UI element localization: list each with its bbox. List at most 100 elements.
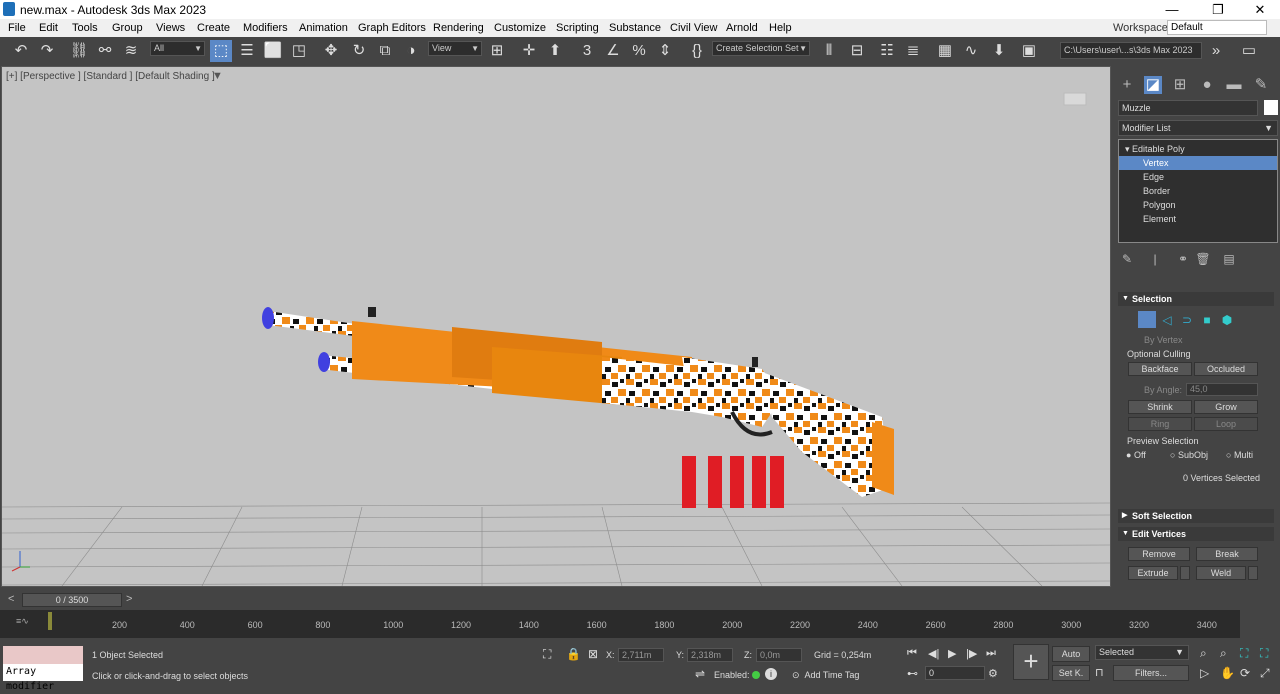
grow-button[interactable]: Grow bbox=[1194, 400, 1258, 414]
key-mode-toggle-icon[interactable]: ⊓ bbox=[1095, 666, 1104, 679]
stack-item-border[interactable]: Border bbox=[1119, 184, 1277, 198]
move-icon[interactable]: ✥ bbox=[320, 40, 342, 62]
place-icon[interactable]: ◑ bbox=[400, 40, 422, 62]
key-filters-button[interactable]: Filters... bbox=[1113, 665, 1189, 681]
selection-filter-dropdown[interactable]: All ▼ bbox=[150, 41, 205, 56]
curve-editor-mini-icon[interactable]: ≡∿ bbox=[16, 616, 29, 627]
stack-item-vertex[interactable]: Vertex bbox=[1119, 156, 1277, 170]
bind-space-warp-icon[interactable]: ≋ bbox=[120, 40, 142, 62]
menu-tools[interactable]: Tools bbox=[72, 22, 98, 34]
preview-multi-radio[interactable]: ○ Multi bbox=[1226, 450, 1253, 460]
angle-value-field[interactable]: 45,0 bbox=[1186, 383, 1258, 396]
modifier-list-dropdown[interactable]: Modifier List ▼ bbox=[1118, 120, 1278, 136]
preview-subobj-radio[interactable]: ○ SubObj bbox=[1170, 450, 1208, 460]
stack-item-element[interactable]: Element bbox=[1119, 212, 1277, 226]
remove-modifier-icon[interactable]: 🗑 bbox=[1194, 250, 1212, 268]
menu-help[interactable]: Help bbox=[769, 22, 792, 34]
by-vertex-checkbox[interactable]: By Vertex bbox=[1144, 335, 1183, 345]
z-coordinate-field[interactable]: 0,0m bbox=[756, 648, 802, 662]
stack-item-editable-poly[interactable]: ▾ Editable Poly bbox=[1119, 142, 1277, 156]
window-crossing-icon[interactable]: ◳ bbox=[288, 40, 310, 62]
named-selection-dropdown[interactable]: Create Selection Set ▼ bbox=[712, 41, 810, 56]
select-manipulate-icon[interactable]: ✛ bbox=[518, 40, 540, 62]
time-slider[interactable]: 0 / 3500 bbox=[22, 593, 122, 607]
add-time-tag[interactable]: ⊙ Add Time Tag bbox=[792, 670, 859, 681]
reference-coordinate-dropdown[interactable]: View ▼ bbox=[428, 41, 482, 56]
current-frame-field[interactable]: 0 bbox=[925, 666, 985, 680]
element-mode-icon[interactable]: ⬢ bbox=[1218, 311, 1236, 329]
y-coordinate-field[interactable]: 2,318m bbox=[687, 648, 733, 662]
create-tab-icon[interactable]: + bbox=[1118, 76, 1136, 94]
undo-icon[interactable]: ↶ bbox=[10, 40, 32, 62]
menu-customize[interactable]: Customize bbox=[494, 22, 546, 34]
display-tab-icon[interactable]: ▬ bbox=[1225, 76, 1243, 94]
configure-modifier-sets-icon[interactable]: ▤ bbox=[1220, 250, 1238, 268]
curve-editor-icon[interactable]: ▦ bbox=[934, 40, 956, 62]
key-filter-dropdown[interactable]: Selected ▼ bbox=[1095, 645, 1189, 660]
menu-edit[interactable]: Edit bbox=[39, 22, 58, 34]
maxscript-mini-listener[interactable] bbox=[3, 646, 83, 664]
menu-animation[interactable]: Animation bbox=[299, 22, 348, 34]
menu-scripting[interactable]: Scripting bbox=[556, 22, 599, 34]
perspective-viewport[interactable]: [+] [Perspective ] [Standard ] [Default … bbox=[1, 66, 1111, 587]
play-icon[interactable]: ▶ bbox=[948, 647, 956, 660]
angle-snap-icon[interactable]: ∠ bbox=[602, 40, 624, 62]
polygon-mode-icon[interactable]: ■ bbox=[1198, 311, 1216, 329]
by-angle-checkbox[interactable]: By Angle: bbox=[1144, 385, 1182, 395]
save-icon[interactable]: ▭ bbox=[1238, 40, 1260, 62]
redo-icon[interactable]: ↷ bbox=[36, 40, 58, 62]
go-to-end-icon[interactable]: ⏭ bbox=[986, 647, 996, 660]
menu-rendering[interactable]: Rendering bbox=[433, 22, 484, 34]
selection-lock-icon[interactable]: 🔒 bbox=[566, 647, 581, 661]
time-configuration-icon[interactable]: ⚙ bbox=[988, 667, 998, 680]
select-by-name-icon[interactable]: ☰ bbox=[236, 40, 258, 62]
menu-substance[interactable]: Substance bbox=[609, 22, 661, 34]
material-editor-icon[interactable]: ⬇ bbox=[988, 40, 1010, 62]
previous-key-icon[interactable]: ◀| bbox=[928, 647, 939, 660]
edit-named-selection-icon[interactable]: {} bbox=[686, 40, 708, 62]
edge-mode-icon[interactable]: ◁ bbox=[1158, 311, 1176, 329]
next-key-icon[interactable]: |▶ bbox=[966, 647, 977, 660]
select-object-icon[interactable]: ⬚ bbox=[210, 40, 232, 62]
info-icon[interactable]: i bbox=[765, 668, 777, 680]
field-of-view-icon[interactable]: ▷ bbox=[1200, 666, 1209, 680]
maximize-viewport-icon[interactable]: ⤢ bbox=[1260, 666, 1270, 681]
zoom-icon[interactable]: ⌕ bbox=[1200, 646, 1207, 661]
set-key-button[interactable]: Set K. bbox=[1052, 665, 1090, 681]
object-color-swatch[interactable] bbox=[1264, 100, 1278, 115]
border-mode-icon[interactable]: ⊃ bbox=[1178, 311, 1196, 329]
zoom-extents-all-icon[interactable]: ⛶ bbox=[1260, 646, 1268, 661]
extrude-button[interactable]: Extrude bbox=[1128, 566, 1178, 580]
shrink-button[interactable]: Shrink bbox=[1128, 400, 1192, 414]
stack-item-edge[interactable]: Edge bbox=[1119, 170, 1277, 184]
occluded-button[interactable]: Occluded bbox=[1194, 362, 1258, 376]
next-frame-icon[interactable]: > bbox=[126, 593, 138, 607]
weld-button[interactable]: Weld bbox=[1196, 566, 1246, 580]
backface-button[interactable]: Backface bbox=[1128, 362, 1192, 376]
weld-settings-button[interactable] bbox=[1248, 566, 1258, 580]
auto-key-button[interactable]: Auto bbox=[1052, 646, 1090, 662]
loop-button[interactable]: Loop bbox=[1194, 417, 1258, 431]
mirror-icon[interactable]: ⫴ bbox=[818, 40, 840, 62]
rectangular-selection-icon[interactable]: ⬜ bbox=[262, 40, 284, 62]
extrude-settings-button[interactable] bbox=[1180, 566, 1190, 580]
snaps-toggle-icon[interactable]: 3 bbox=[576, 40, 598, 62]
close-button[interactable]: ✕ bbox=[1240, 1, 1280, 18]
layer-explorer-icon[interactable]: ≣ bbox=[902, 40, 924, 62]
motion-tab-icon[interactable]: ● bbox=[1198, 76, 1216, 94]
rotate-icon[interactable]: ↻ bbox=[348, 40, 370, 62]
edit-vertices-rollout[interactable]: ▼ Edit Vertices bbox=[1118, 527, 1274, 541]
workspaces-dropdown[interactable]: Default bbox=[1167, 20, 1267, 35]
menu-create[interactable]: Create bbox=[197, 22, 230, 34]
schematic-view-icon[interactable]: ∿ bbox=[960, 40, 982, 62]
zoom-all-icon[interactable]: ⌕ bbox=[1220, 646, 1227, 661]
zoom-extents-icon[interactable]: ⛶ bbox=[1240, 646, 1248, 661]
menu-civil-view[interactable]: Civil View bbox=[670, 22, 717, 34]
make-unique-icon[interactable]: ⚭ bbox=[1174, 250, 1192, 268]
pan-view-icon[interactable]: ✋ bbox=[1220, 666, 1235, 680]
set-key-big-button[interactable]: + bbox=[1013, 644, 1049, 680]
vertex-mode-icon[interactable] bbox=[1138, 311, 1156, 328]
show-end-result-icon[interactable]: | bbox=[1146, 250, 1164, 268]
modify-tab-icon[interactable]: ◪ bbox=[1144, 76, 1162, 94]
restore-button[interactable]: ❐ bbox=[1198, 1, 1238, 18]
